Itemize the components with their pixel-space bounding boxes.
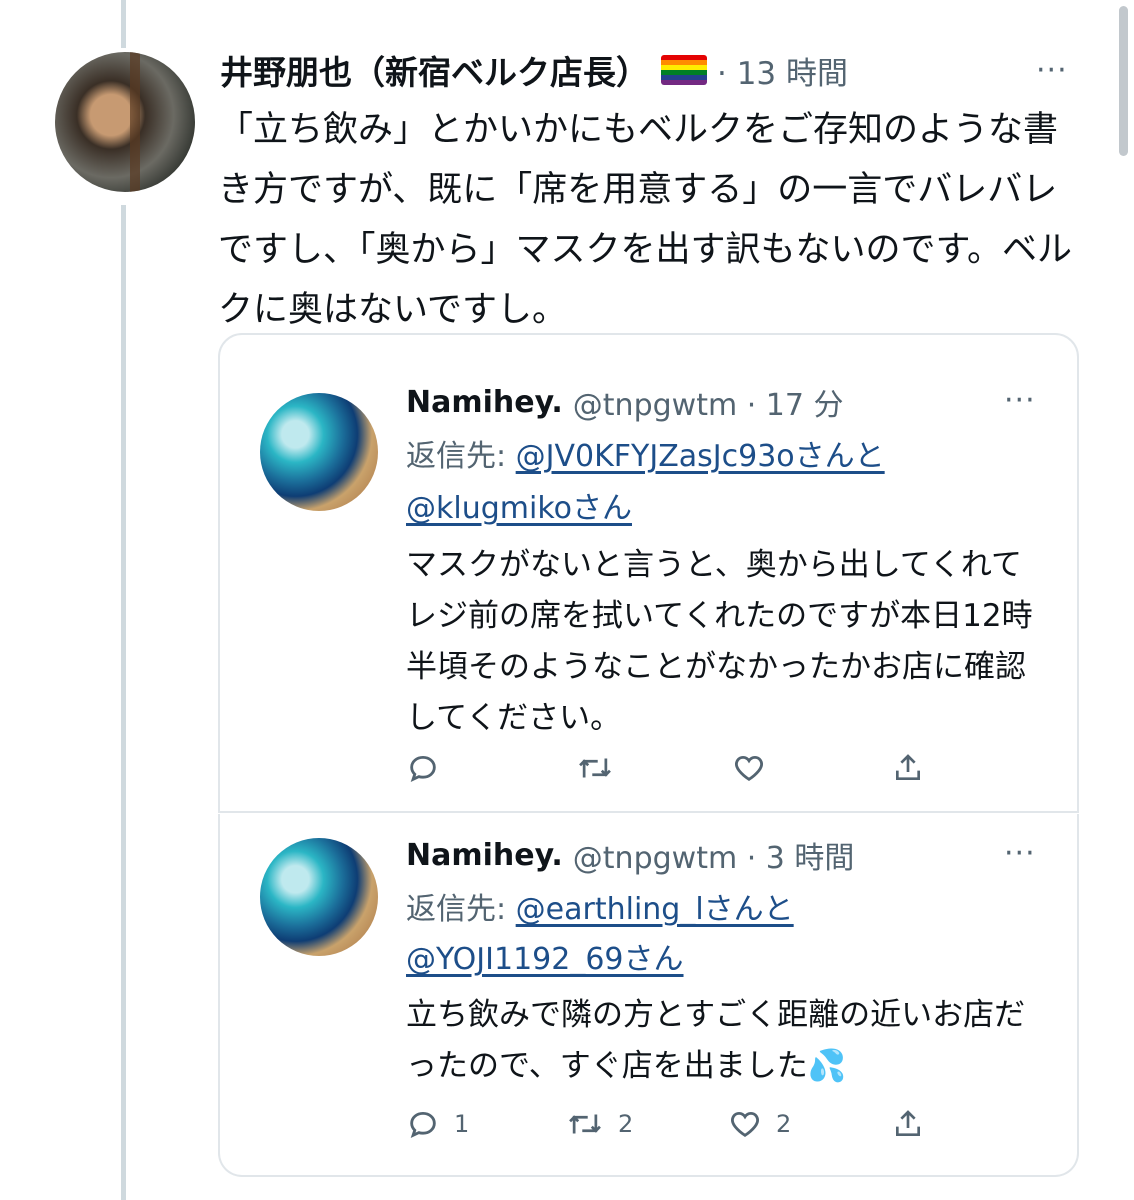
reply-to-line: @klugmikoさん bbox=[406, 483, 632, 535]
display-name[interactable]: 井野朋也（新宿ベルク店長） bbox=[220, 46, 649, 94]
rainbow-flag-icon bbox=[661, 55, 707, 85]
share-button[interactable] bbox=[892, 1107, 924, 1141]
scrollbar[interactable] bbox=[1119, 6, 1128, 156]
display-name[interactable]: Namihey. bbox=[406, 385, 563, 420]
reply-to-line: 返信先: @JV0KFYJZasJc93oさんと bbox=[406, 431, 885, 483]
reply-button[interactable] bbox=[406, 751, 576, 785]
retweet-icon bbox=[579, 758, 611, 778]
quoted-tweet[interactable]: Namihey. @tnpgwtm · 17 分 ··· 返信先: @JV0KF… bbox=[218, 333, 1079, 813]
reply-icon bbox=[410, 1111, 436, 1138]
retweet-count: 2 bbox=[618, 1110, 634, 1138]
display-name[interactable]: Namihey. bbox=[406, 838, 563, 873]
tweet-text: 「立ち飲み」とかいかにもベルクをご存知のような書き方ですが、既に「席を用意する」… bbox=[218, 110, 1073, 330]
retweet-button[interactable] bbox=[576, 751, 732, 785]
share-icon bbox=[896, 1110, 920, 1136]
reply-prefix: 返信先: bbox=[406, 439, 516, 474]
more-options-icon[interactable]: ··· bbox=[1004, 836, 1036, 871]
like-count: 2 bbox=[776, 1110, 792, 1138]
retweet-icon bbox=[569, 1114, 601, 1134]
reply-to-line: 返信先: @earthling_lさんと bbox=[406, 884, 794, 936]
reply-prefix: 返信先: bbox=[406, 892, 516, 927]
tweet-text: 立ち飲みで隣の方とすごく距離の近いお店だったので、すぐ店を出ました💦 bbox=[406, 997, 1026, 1084]
thread-line bbox=[121, 0, 126, 48]
more-options-icon[interactable]: ··· bbox=[1004, 383, 1036, 418]
reply-icon bbox=[410, 755, 436, 782]
tweet-text: マスクがないと言うと、奥から出してくれてレジ前の席を拭いてくれたのですが本日12… bbox=[406, 547, 1033, 736]
reply-to-line: @YOJI1192_69さん bbox=[406, 934, 684, 986]
heart-icon bbox=[731, 1111, 759, 1138]
like-button[interactable] bbox=[732, 751, 892, 785]
avatar[interactable] bbox=[260, 838, 378, 956]
more-options-icon[interactable]: ··· bbox=[1036, 53, 1068, 88]
handle-timestamp[interactable]: @tnpgwtm · 3 時間 bbox=[573, 833, 855, 877]
action-bar bbox=[406, 748, 924, 788]
timestamp[interactable]: · 13 時間 bbox=[717, 48, 848, 93]
mention-link[interactable]: @klugmikoさん bbox=[406, 491, 632, 526]
tweet-header: 井野朋也（新宿ベルク店長） · 13 時間 bbox=[220, 48, 848, 92]
reply-button[interactable]: 1 bbox=[406, 1107, 566, 1141]
handle-timestamp[interactable]: @tnpgwtm · 17 分 bbox=[573, 380, 844, 424]
like-button[interactable]: 2 bbox=[728, 1107, 892, 1141]
action-bar: 1 2 2 bbox=[406, 1104, 924, 1144]
share-button[interactable] bbox=[892, 751, 924, 785]
mention-link[interactable]: @YOJI1192_69さん bbox=[406, 942, 684, 977]
share-icon bbox=[896, 754, 920, 780]
thread-line bbox=[121, 205, 126, 1200]
reply-count: 1 bbox=[454, 1110, 470, 1138]
mention-link[interactable]: @JV0KFYJZasJc93oさんと bbox=[516, 439, 885, 474]
retweet-button[interactable]: 2 bbox=[566, 1107, 728, 1141]
avatar[interactable] bbox=[55, 52, 195, 192]
quoted-tweet[interactable]: Namihey. @tnpgwtm · 3 時間 ··· 返信先: @earth… bbox=[218, 814, 1079, 1177]
mention-link[interactable]: @earthling_lさんと bbox=[516, 892, 794, 927]
heart-icon bbox=[735, 755, 763, 782]
avatar[interactable] bbox=[260, 393, 378, 511]
